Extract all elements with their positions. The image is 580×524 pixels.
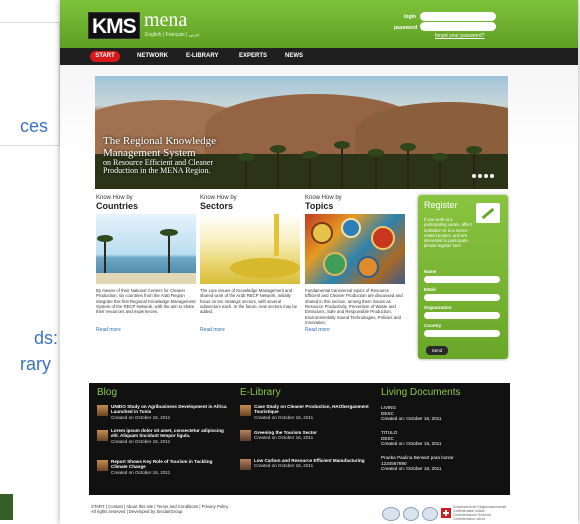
blog-heading: Blog: [97, 387, 118, 398]
organization-input[interactable]: [424, 312, 500, 319]
slide-text-fragment: rary: [20, 354, 51, 374]
language-switcher[interactable]: English | Français | عربي: [145, 32, 200, 38]
name-label: Name: [424, 269, 437, 274]
elibrary-item[interactable]: Case Study on Cleaner Production, HAOber…: [254, 404, 372, 420]
read-more-link[interactable]: Read more: [96, 327, 196, 333]
living-documents-heading: Living Documents: [381, 387, 461, 398]
partner-logo[interactable]: [403, 507, 419, 521]
blog-thumbnail: [97, 405, 108, 416]
password-label: password: [394, 25, 418, 31]
country-label: Country: [424, 323, 442, 328]
footer-rights: All rights reserved | Developed by Sincl…: [91, 509, 183, 515]
nav-start[interactable]: START: [90, 51, 120, 62]
column-title[interactable]: Sectors: [200, 201, 300, 211]
slideshow-pager[interactable]: [470, 165, 494, 183]
blog-post[interactable]: Report Shows Key Role of Tourism in Tack…: [111, 459, 229, 475]
blog-post[interactable]: UNIDO Study on Agribusiness Development …: [111, 404, 229, 420]
countries-image[interactable]: [96, 214, 196, 284]
column-text: By means of their National Centers for C…: [96, 288, 196, 315]
nav-news[interactable]: NEWS: [285, 48, 303, 65]
email-input[interactable]: [424, 294, 500, 301]
living-document-item[interactable]: TITULO DESC Created on: October 16, 2011: [381, 430, 441, 447]
column-title[interactable]: Countries: [96, 201, 196, 211]
email-label: EMail: [424, 287, 436, 292]
kms-logo[interactable]: KMS: [88, 12, 140, 39]
partner-logo[interactable]: [382, 507, 400, 521]
elibrary-heading: E-Library: [240, 387, 281, 398]
read-more-link[interactable]: Read more: [200, 327, 300, 333]
slide-text-fragment: ds:: [34, 328, 59, 348]
blog-thumbnail: [97, 430, 108, 441]
nav-network[interactable]: NETWORK: [137, 48, 168, 65]
countries-column: Know How by Countries By means of their …: [96, 195, 196, 333]
elibrary-thumbnail: [240, 430, 251, 441]
column-text: The core issues of Knowledge Management …: [200, 288, 298, 315]
register-intro: If you work at a participating centre, a…: [424, 217, 472, 249]
main-nav: START NETWORK E-LIBRARY EXPERTS NEWS: [60, 48, 578, 65]
blog-post[interactable]: Lorem ipsum dolor sit amet, consectetur …: [111, 428, 229, 444]
password-input[interactable]: [420, 22, 496, 31]
living-document-item[interactable]: LIVING DESC Created on: October 16, 2011: [381, 405, 441, 422]
website-screenshot: KMS mena English | Français | عربي login…: [60, 0, 578, 524]
confederation-text: Schweizerische Eidgenossenschaft Confédé…: [453, 505, 507, 521]
swiss-cross-icon: [441, 508, 451, 518]
read-more-link[interactable]: Read more: [305, 327, 405, 333]
send-button[interactable]: Send: [426, 346, 448, 355]
hero-slideshow[interactable]: The Regional Knowledge Management System…: [95, 76, 508, 189]
nav-experts[interactable]: EXPERTS: [239, 48, 267, 65]
living-document-item[interactable]: Prueba Paulina Berwart para borrar 123456…: [381, 455, 454, 472]
login-input[interactable]: [420, 12, 496, 21]
slide-text-fragment: ces: [20, 116, 49, 136]
topics-image[interactable]: [305, 214, 405, 284]
partner-logo[interactable]: [422, 507, 438, 521]
sectors-column: Know How by Sectors The core issues of K…: [200, 195, 300, 333]
elibrary-item[interactable]: Low Carbon and Resource Efficient Manufa…: [254, 458, 372, 469]
organization-label: Organization: [424, 305, 452, 310]
sectors-image[interactable]: [200, 214, 300, 284]
page-content: The Regional Knowledge Management System…: [60, 65, 578, 524]
news-band: Blog E-Library Living Documents UNIDO St…: [89, 383, 510, 495]
site-name: mena: [144, 9, 188, 31]
hero-caption: The Regional Knowledge Management System…: [103, 135, 217, 176]
site-footer: START | Contact | About this site | Term…: [91, 504, 228, 515]
register-panel: Register If you work at a participating …: [418, 195, 508, 359]
presentation-stage: ces ds: rary KMS mena English | Français…: [0, 0, 580, 524]
slide-thumbnail-chip: [0, 494, 13, 520]
site-header: KMS mena English | Français | عربي login…: [60, 0, 578, 48]
forgot-password-link[interactable]: forgot your password?: [435, 33, 484, 39]
name-input[interactable]: [424, 276, 500, 283]
elibrary-item[interactable]: Greening the Tourism Sector Created on Oc…: [254, 430, 372, 441]
nav-elibrary[interactable]: E-LIBRARY: [186, 48, 218, 65]
register-title: Register: [424, 200, 458, 210]
elibrary-thumbnail: [240, 405, 251, 416]
topics-column: Know How by Topics Fundamental transvers…: [305, 195, 405, 333]
login-label: login: [404, 14, 416, 20]
country-input[interactable]: [424, 330, 500, 337]
column-title[interactable]: Topics: [305, 201, 405, 211]
column-text: Fundamental transversal topics of Resour…: [305, 288, 403, 326]
pen-icon: [476, 203, 500, 223]
elibrary-thumbnail: [240, 459, 251, 470]
blog-thumbnail: [97, 460, 108, 471]
